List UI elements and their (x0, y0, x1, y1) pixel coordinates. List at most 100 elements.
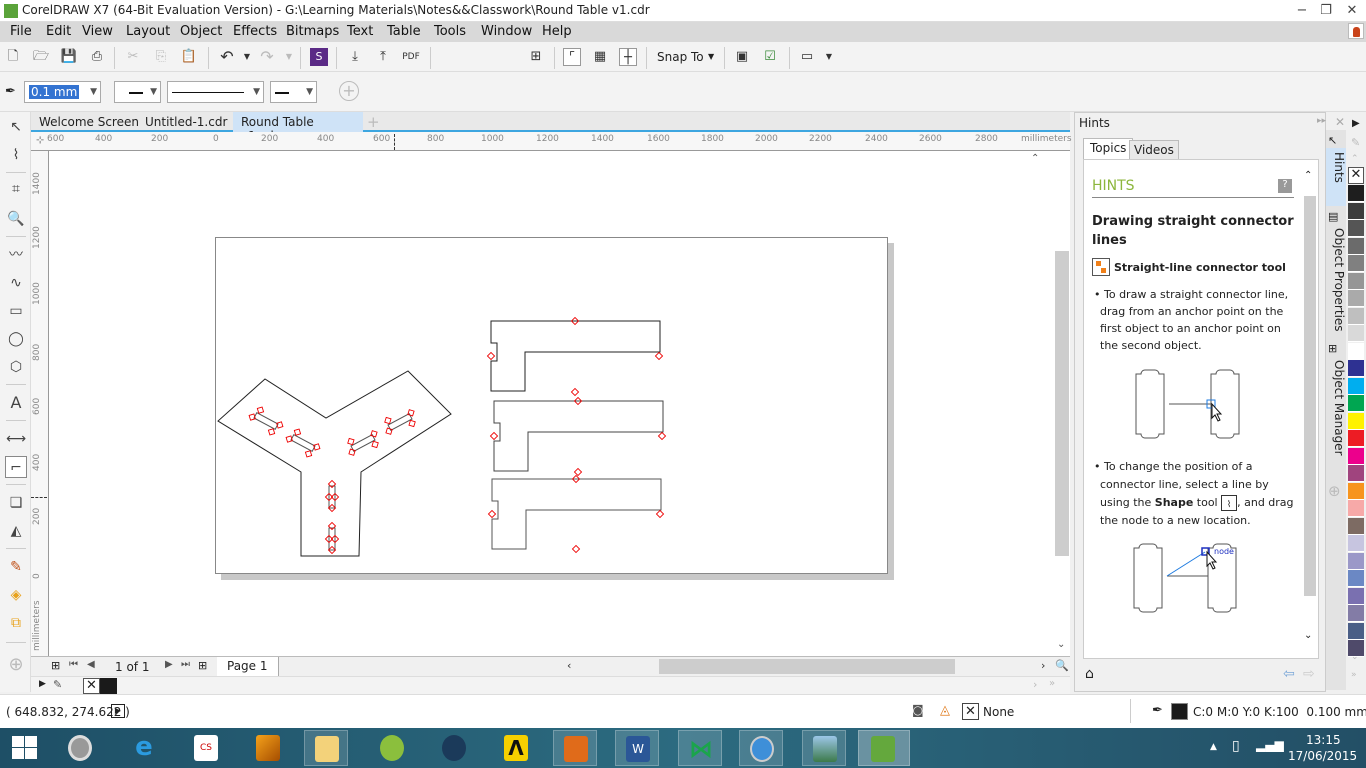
pick-tool-icon[interactable]: ↖ (5, 116, 27, 138)
docker-tab-object-manager[interactable]: Object Manager (1326, 356, 1346, 456)
color-swatch[interactable] (1348, 622, 1364, 640)
taskbar-android-studio[interactable] (370, 730, 414, 766)
battery-icon[interactable]: ▯ (1232, 738, 1240, 754)
taskbar-file-explorer[interactable] (304, 730, 348, 766)
paste-icon[interactable]: 📋 (180, 48, 198, 66)
dimension-tool-icon[interactable]: ⟷ (5, 428, 27, 450)
color-swatch[interactable] (1348, 535, 1364, 552)
horizontal-ruler[interactable]: ⊹ 600 400 200 0 200 400 600 800 1000 120… (31, 132, 1072, 151)
vertical-scrollbar-thumb[interactable] (1055, 251, 1069, 556)
drawing-page[interactable] (215, 237, 888, 574)
color-swatch[interactable] (1348, 412, 1364, 430)
color-swatch[interactable] (1348, 500, 1364, 517)
crop-tool-icon[interactable]: ⌗ (5, 178, 27, 200)
text-tool-icon[interactable]: A (5, 392, 27, 414)
eyedropper-tool-icon[interactable]: ✎ (5, 556, 27, 578)
start-arrowhead-combo[interactable]: ▼ (114, 81, 161, 103)
scroll-down-icon[interactable]: ⌄ (1057, 639, 1065, 650)
undo-icon[interactable]: ↶ (218, 48, 236, 66)
hints-scrollbar-thumb[interactable] (1304, 196, 1316, 596)
hints-back-icon[interactable]: ⇦ (1283, 666, 1295, 682)
color-swatch[interactable] (1348, 587, 1364, 605)
ruler-origin-icon[interactable]: ⊹ (36, 135, 44, 146)
black-swatch[interactable] (100, 678, 117, 694)
docker-tab-object-properties[interactable]: Object Properties (1326, 224, 1346, 334)
snap-to-chevron-icon[interactable]: ▼ (708, 52, 714, 61)
previous-page-icon[interactable]: ◀ (87, 659, 95, 670)
options-icon[interactable]: ☑ (761, 48, 779, 66)
artistic-media-tool-icon[interactable]: ∿ (5, 272, 27, 294)
color-swatch[interactable] (1348, 517, 1364, 535)
menu-window[interactable]: Window (481, 24, 532, 39)
taskbar-eagle[interactable]: CS (184, 730, 228, 766)
palette-next-icon[interactable]: › (1033, 678, 1037, 691)
copy-icon[interactable]: ⎘ (152, 48, 170, 66)
smart-fill-tool-icon[interactable]: ⧉ (5, 612, 27, 634)
zoom-tool-icon[interactable]: 🔍 (5, 208, 27, 230)
scroll-up-icon[interactable]: ⌃ (1031, 153, 1039, 164)
launcher-chevron-icon[interactable]: ▼ (820, 48, 838, 66)
tab-round-table[interactable]: Round Table v1.cdr (233, 112, 363, 143)
taskbar-visual-studio[interactable]: ⋈ (678, 730, 722, 766)
outline-width-combo[interactable]: 0.1 mm ▼ (24, 81, 101, 103)
user-account-icon[interactable] (1348, 23, 1364, 39)
page-tab-1[interactable]: Page 1 (217, 657, 279, 676)
taskbar-word[interactable]: W (615, 730, 659, 766)
color-swatch[interactable] (1348, 377, 1364, 395)
menu-edit[interactable]: Edit (46, 24, 71, 39)
first-page-icon[interactable]: ⏮ (69, 659, 78, 670)
show-hidden-icons[interactable]: ▲ (1210, 742, 1217, 752)
show-grid-icon[interactable]: ▦ (591, 48, 609, 66)
vertical-ruler[interactable]: 1400 1200 1000 800 600 400 200 0 millime… (31, 151, 49, 656)
drop-shadow-tool-icon[interactable]: ❏ (5, 492, 27, 514)
vertical-scrollbar[interactable]: ⌄ (1054, 151, 1070, 656)
search-content-icon[interactable]: S (310, 48, 328, 66)
color-swatch[interactable] (1348, 342, 1364, 360)
docker-tab-hints[interactable]: Hints (1326, 148, 1346, 206)
color-swatch[interactable] (1348, 430, 1364, 447)
last-page-icon[interactable]: ⏭ (181, 659, 190, 670)
color-swatch[interactable] (1348, 395, 1364, 412)
hints-forward-icon[interactable]: ⇨ (1303, 666, 1315, 682)
color-swatch[interactable] (1348, 465, 1364, 482)
taskbar-date[interactable]: 17/06/2015 (1288, 749, 1357, 763)
undo-dropdown-icon[interactable]: ▼ (238, 48, 256, 66)
menu-file[interactable]: File (10, 24, 32, 39)
end-arrowhead-combo[interactable]: ▼ (270, 81, 317, 103)
color-swatch[interactable] (1348, 605, 1364, 622)
snap-to-dropdown[interactable]: Snap To (657, 50, 704, 64)
menu-help[interactable]: Help (542, 24, 572, 39)
network-signal-icon[interactable]: ▂▄▆ (1256, 738, 1284, 752)
next-page-icon[interactable]: ▶ (165, 659, 173, 670)
taskbar-arduino-app[interactable]: Λ (494, 730, 538, 766)
palette-expand-icon[interactable]: » (1351, 670, 1357, 680)
taskbar-media-player[interactable] (553, 730, 597, 766)
connector-tool-icon[interactable]: ⌐ (5, 456, 27, 478)
palette-more-icon[interactable]: » (1049, 678, 1055, 689)
ellipse-tool-icon[interactable]: ◯ (5, 328, 27, 350)
scroll-right-icon[interactable]: › (1041, 659, 1045, 672)
color-swatch[interactable] (1348, 290, 1364, 307)
menu-effects[interactable]: Effects (233, 24, 277, 39)
redo-icon[interactable]: ↷ (258, 48, 276, 66)
color-swatch[interactable] (1348, 202, 1364, 220)
menu-layout[interactable]: Layout (126, 24, 170, 39)
palette-expand-icon[interactable]: ▶ (39, 679, 46, 689)
scroll-down-icon[interactable]: ⌄ (1304, 630, 1312, 641)
tab-topics[interactable]: Topics (1083, 138, 1134, 160)
hints-home-icon[interactable]: ⌂ (1085, 666, 1094, 682)
docker-close-icon[interactable]: ✕ (1335, 115, 1345, 129)
new-document-icon[interactable]: 🗋 (4, 48, 22, 66)
color-swatch[interactable] (1348, 552, 1364, 570)
full-screen-preview-icon[interactable]: ⊞ (527, 48, 545, 66)
no-color-swatch[interactable]: ✕ (83, 678, 100, 694)
taskbar-internet-explorer[interactable]: e (122, 730, 166, 766)
menu-table[interactable]: Table (387, 24, 421, 39)
start-button[interactable] (12, 736, 38, 760)
menu-text[interactable]: Text (347, 24, 373, 39)
color-swatch[interactable] (1348, 185, 1364, 202)
menu-view[interactable]: View (82, 24, 113, 39)
add-preset-icon[interactable]: + (339, 81, 359, 101)
tab-welcome-screen[interactable]: Welcome Screen (31, 112, 147, 132)
rectangle-tool-icon[interactable]: ▭ (5, 300, 27, 322)
